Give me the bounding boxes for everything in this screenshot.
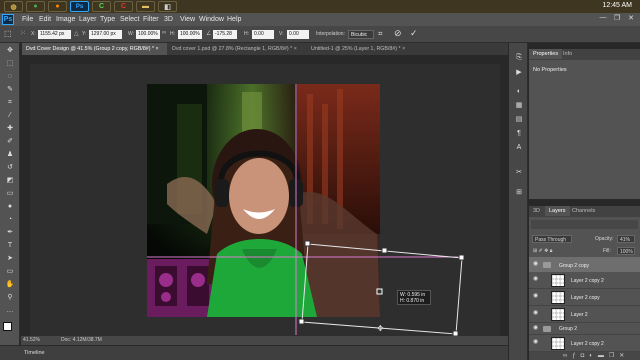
opacity-label: Opacity: — [595, 236, 614, 242]
layers-panel-footer: ∞ƒ◘◐▬❐✕ — [529, 352, 640, 360]
collapsed-panel-strip: ⎘ ▶ ◐ ▦ ▤ ¶ A ✂ ⊞ — [509, 43, 528, 360]
adjustments-panel-icon[interactable]: ◐ — [513, 87, 525, 97]
layer-row[interactable]: ◉ Layer 2 — [529, 306, 640, 323]
close-icon[interactable]: ✕ — [624, 14, 638, 24]
fill-label: Fill: — [603, 248, 611, 254]
minimize-icon[interactable]: — — [596, 14, 610, 24]
transform-handle[interactable] — [381, 247, 388, 254]
mask-icon[interactable]: ◘ — [581, 353, 590, 359]
transform-handle[interactable] — [304, 240, 311, 247]
free-transform-overlay[interactable]: ✥ — [0, 0, 508, 345]
character-panel-icon[interactable]: A — [513, 143, 525, 153]
layer-row[interactable]: ◉ Layer 2 copy 2 — [529, 335, 640, 352]
fx-icon[interactable]: ƒ — [572, 353, 580, 359]
new-layer-icon[interactable]: ❐ — [609, 353, 619, 359]
swatches-panel-icon[interactable]: ▤ — [513, 115, 525, 125]
visibility-eye-icon[interactable]: ◉ — [533, 276, 539, 282]
layer-name: Layer 2 — [571, 312, 588, 318]
transform-info-hud: W: 0.595 in H: 0.870 in — [397, 290, 431, 305]
blend-mode-select[interactable]: Pass Through — [532, 235, 572, 243]
transform-handle[interactable] — [298, 318, 305, 325]
tab-info[interactable]: Info — [559, 49, 576, 59]
layer-name: Group 2 — [559, 326, 578, 332]
opacity-field[interactable]: 41% — [617, 235, 635, 243]
rotate-cursor-icon: ✥ — [377, 324, 384, 333]
layer-thumbnail — [551, 337, 565, 350]
visibility-eye-icon[interactable]: ◉ — [533, 293, 539, 299]
folder-icon — [543, 262, 551, 268]
styles-panel-icon[interactable]: ▦ — [513, 101, 525, 111]
brush-presets-icon[interactable]: ✂ — [513, 168, 525, 178]
taskbar-clock: 12:45 AM — [602, 2, 632, 9]
adjustment-layer-icon[interactable]: ◐ — [589, 353, 598, 359]
visibility-eye-icon[interactable]: ◉ — [533, 310, 539, 316]
layer-thumbnail — [551, 274, 565, 287]
fill-field[interactable]: 100% — [617, 247, 635, 255]
layer-thumbnail — [551, 291, 565, 304]
transform-handle[interactable] — [458, 254, 465, 261]
link-layers-icon[interactable]: ∞ — [563, 353, 572, 359]
visibility-eye-icon[interactable]: ◉ — [533, 325, 539, 331]
document-size: Doc: 4.12M/38.7M — [61, 337, 102, 343]
layer-thumbnail — [551, 308, 565, 321]
layer-name: Layer 2 copy — [571, 295, 600, 301]
layer-filter-bar[interactable] — [531, 220, 638, 229]
timeline-panel: Timeline — [0, 345, 508, 360]
layer-row[interactable]: ◉ Layer 2 copy 2 — [529, 272, 640, 289]
properties-panel: Properties Info No Properties — [529, 49, 640, 199]
visibility-eye-icon[interactable]: ◉ — [533, 339, 539, 345]
timeline-tab[interactable]: Timeline — [24, 350, 45, 356]
tab-3d[interactable]: 3D — [529, 206, 544, 216]
layer-row-group-2[interactable]: ◉ Group 2 — [529, 323, 640, 335]
layer-name: Layer 2 copy 2 — [571, 278, 604, 284]
layer-row[interactable]: ◉ Layer 2 copy — [529, 289, 640, 306]
tab-layers[interactable]: Layers — [545, 206, 570, 216]
zoom-level[interactable]: 41.52% — [23, 337, 40, 343]
tab-properties[interactable]: Properties — [529, 49, 563, 59]
layer-name: Group 2 copy — [559, 263, 590, 269]
transform-center-point[interactable] — [376, 288, 383, 295]
restore-icon[interactable]: ❐ — [610, 14, 624, 24]
history-panel-icon[interactable]: ⎘ — [513, 53, 525, 63]
layer-name: Layer 2 copy 2 — [571, 341, 604, 347]
tab-channels[interactable]: Channels — [568, 206, 599, 216]
status-bar: 41.52% Doc: 4.12M/38.7M — [21, 336, 508, 345]
new-group-icon[interactable]: ▬ — [598, 353, 609, 359]
hud-height: H: 0.870 in — [400, 298, 425, 304]
lock-label: ⊞ ✐ ✥ 🔒︎ — [533, 248, 553, 254]
actions-panel-icon[interactable]: ▶ — [513, 68, 525, 78]
visibility-eye-icon[interactable]: ◉ — [533, 261, 539, 267]
no-properties-text: No Properties — [533, 67, 567, 73]
paragraph-panel-icon[interactable]: ¶ — [513, 129, 525, 139]
info-panel-icon[interactable]: ⊞ — [513, 188, 525, 198]
delete-layer-icon[interactable]: ✕ — [619, 353, 629, 359]
folder-icon — [543, 326, 551, 332]
